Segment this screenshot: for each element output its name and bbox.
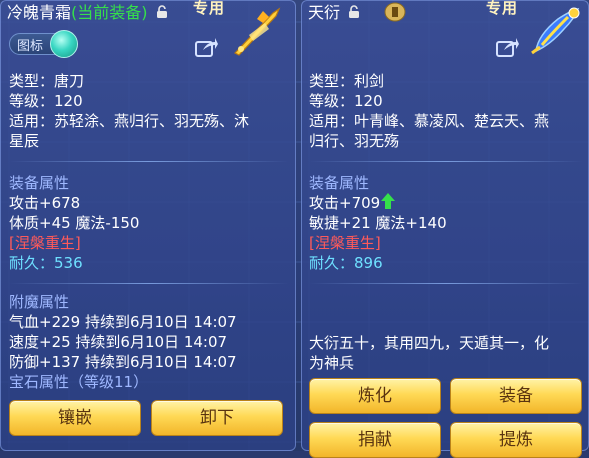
attack-attr: 攻击+678 bbox=[9, 194, 81, 212]
lock-icon bbox=[156, 4, 168, 24]
attack-attr-text: 攻击+709 bbox=[309, 194, 381, 212]
sect-emblem-icon bbox=[384, 2, 406, 22]
item-suitable-cont: 归行、羽无殇 bbox=[309, 132, 400, 150]
divider bbox=[309, 283, 583, 284]
item-description: 大衍五十，其用四九，天遁其一，化 bbox=[309, 334, 550, 352]
icon-toggle-label: 图标 bbox=[17, 39, 44, 54]
item-name: 冷魄青霜 bbox=[7, 3, 72, 22]
divider bbox=[9, 161, 289, 162]
current-item-tooltip: 冷魄青霜(当前装备) 专用 图标 类型：唐刀 等级：120 适用：苏轻涂、燕归行… bbox=[0, 0, 296, 451]
weapon-sword-icon bbox=[528, 5, 584, 57]
icon-toggle[interactable]: 图标 bbox=[9, 30, 78, 58]
donate-button[interactable]: 捐献 bbox=[309, 422, 441, 458]
weapon-blade-icon bbox=[229, 5, 285, 57]
divider bbox=[309, 161, 583, 162]
durability-value: 536 bbox=[54, 254, 83, 272]
enchant-speed: 速度+25 持续到6月10日 14:07 bbox=[9, 333, 228, 351]
item-type: 类型：唐刀 bbox=[9, 72, 85, 90]
inlay-button[interactable]: 镶嵌 bbox=[9, 400, 141, 436]
unequip-button[interactable]: 卸下 bbox=[151, 400, 283, 436]
item-level: 等级：120 bbox=[309, 92, 383, 110]
item-suitable: 适用：叶青峰、慕凌风、楚云天、燕 bbox=[309, 112, 550, 130]
attack-attr: 攻击+709 bbox=[309, 193, 396, 214]
lock-icon bbox=[348, 4, 360, 24]
share-icon[interactable] bbox=[195, 37, 219, 57]
item-suitable: 适用：苏轻涂、燕归行、羽无殇、沐 bbox=[9, 112, 250, 130]
item-description-cont: 为神兵 bbox=[309, 354, 355, 372]
durability-label: 耐久： bbox=[309, 254, 355, 272]
durability-label: 耐久： bbox=[9, 254, 55, 272]
nirvana-label: [涅槃重生] bbox=[9, 234, 81, 252]
item-type: 类型：利剑 bbox=[309, 72, 385, 90]
equip-button[interactable]: 装备 bbox=[450, 378, 582, 414]
exclusive-label: 专用 bbox=[193, 0, 226, 17]
item-title: 天衍 bbox=[308, 3, 360, 24]
extract-button[interactable]: 提炼 bbox=[450, 422, 582, 458]
enchant-defense: 防御+137 持续到6月10日 14:07 bbox=[9, 353, 237, 371]
equip-attr-title: 装备属性 bbox=[309, 174, 370, 192]
exclusive-label: 专用 bbox=[486, 0, 519, 17]
toggle-knob bbox=[50, 30, 78, 58]
enchant-hp: 气血+229 持续到6月10日 14:07 bbox=[9, 313, 237, 331]
increase-arrow-icon bbox=[381, 193, 396, 214]
equip-status: (当前装备) bbox=[71, 3, 148, 22]
item-name: 天衍 bbox=[308, 3, 341, 22]
refine-button[interactable]: 炼化 bbox=[309, 378, 441, 414]
item-suitable-cont: 星辰 bbox=[9, 132, 40, 150]
compare-item-tooltip: 天衍 专用 类型：利剑 等级：120 适用：叶青峰、慕凌风、楚云天、燕 归行、羽… bbox=[301, 0, 589, 458]
equip-attr-title: 装备属性 bbox=[9, 174, 70, 192]
durability-value: 896 bbox=[354, 254, 383, 272]
item-level: 等级：120 bbox=[9, 92, 83, 110]
agility-magic-attr: 敏捷+21 魔法+140 bbox=[309, 214, 447, 232]
enchant-attr-title: 附魔属性 bbox=[9, 293, 70, 311]
durability: 耐久：896 bbox=[309, 253, 383, 273]
item-title: 冷魄青霜(当前装备) bbox=[7, 3, 168, 24]
gem-attr-title: 宝石属性（等级11） bbox=[9, 373, 149, 391]
divider bbox=[9, 283, 289, 284]
durability: 耐久：536 bbox=[9, 253, 83, 273]
share-icon[interactable] bbox=[496, 37, 520, 57]
nirvana-label: [涅槃重生] bbox=[309, 234, 381, 252]
constitution-magic-attr: 体质+45 魔法-150 bbox=[9, 214, 140, 232]
